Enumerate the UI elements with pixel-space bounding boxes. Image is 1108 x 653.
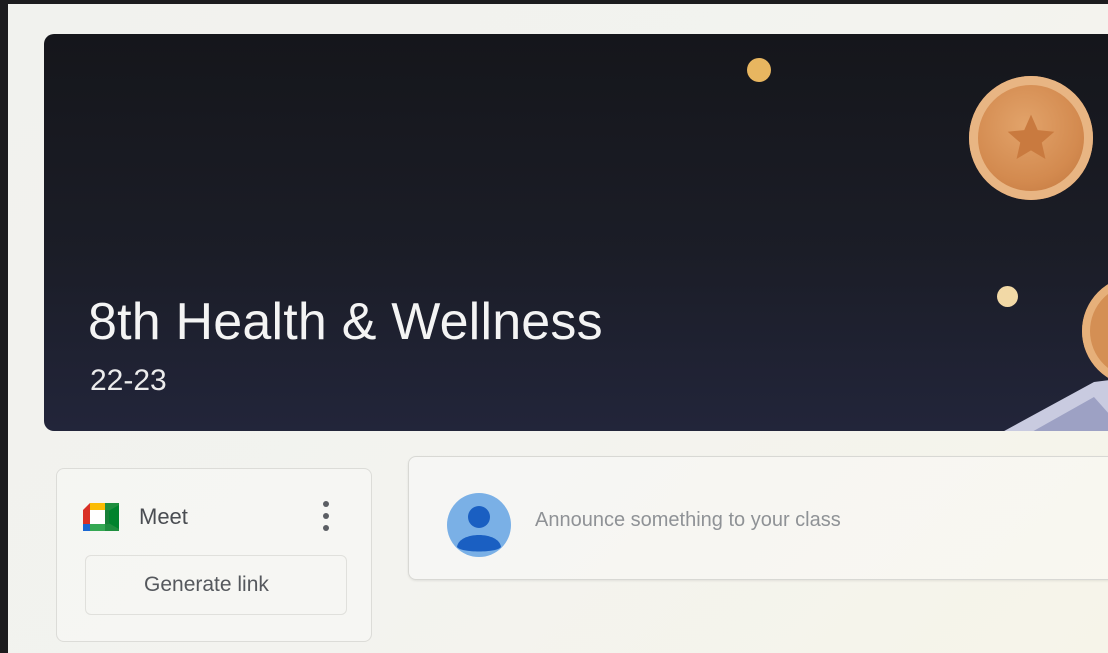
class-section: 22-23 (90, 364, 167, 397)
announce-placeholder: Announce something to your class (535, 509, 841, 531)
meet-label: Meet (139, 504, 188, 529)
account-avatar-icon (447, 493, 511, 557)
decorative-shape-icon (1004, 380, 1108, 431)
more-vert-icon[interactable] (319, 501, 333, 531)
google-meet-icon (83, 503, 119, 531)
classroom-screen: 8th Health & Wellness 22-23 Meet Generat… (8, 4, 1108, 653)
class-banner: 8th Health & Wellness 22-23 (44, 34, 1108, 431)
announce-box[interactable]: Announce something to your class (408, 456, 1108, 580)
meet-card: Meet Generate link (56, 468, 372, 642)
coin-illustration-icon (969, 76, 1093, 200)
star-icon (1007, 114, 1055, 159)
generate-link-button[interactable]: Generate link (85, 555, 347, 615)
meet-header: Meet (83, 503, 188, 531)
decorative-dot (997, 286, 1018, 307)
class-title[interactable]: 8th Health & Wellness (88, 292, 603, 352)
decorative-dot (747, 58, 771, 82)
